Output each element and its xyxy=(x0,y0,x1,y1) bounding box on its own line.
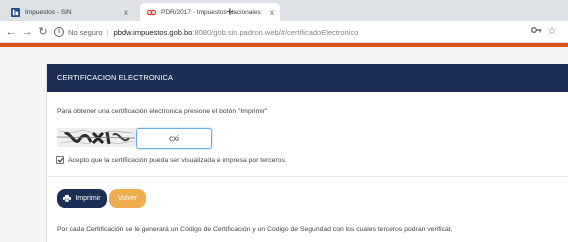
key-icon[interactable] xyxy=(530,25,542,39)
star-icon[interactable]: ☆ xyxy=(546,25,558,39)
accept-label: Acepto que la certificación pueda ser vi… xyxy=(68,156,287,164)
panel-title: CERTIFICACION ELECTRONICA xyxy=(47,64,568,92)
site-favicon-icon xyxy=(11,7,20,17)
tab-title: PDR/2017 - Impuestos Nacionales xyxy=(161,8,261,16)
url-host: pbdw.impuestos.gob.bo xyxy=(113,27,193,37)
back-button[interactable]: Volver xyxy=(109,189,146,208)
captcha-input[interactable] xyxy=(136,128,212,149)
omnibox-separator: | xyxy=(106,27,109,37)
print-button-label: Imprimir xyxy=(75,195,101,202)
forward-icon[interactable]: → xyxy=(20,24,34,40)
address-bar[interactable]: i No seguro | pbdw.impuestos.gob.bo :808… xyxy=(54,24,524,40)
accept-checkbox[interactable] xyxy=(56,156,64,164)
tab-close-icon[interactable]: x xyxy=(118,8,134,17)
section-divider xyxy=(47,176,568,177)
certification-panel: CERTIFICACION ELECTRONICA Para obtener u… xyxy=(46,64,568,242)
browser-tab-strip: Impuestos - SIN x PDR/2017 - Impuestos N… xyxy=(0,0,568,21)
tab-title: Impuestos - SIN xyxy=(25,8,72,16)
url-path: :8080/gob.sin.padron.web/#/certificadoEl… xyxy=(192,27,359,37)
printer-icon xyxy=(63,195,72,202)
reload-icon[interactable]: ↻ xyxy=(36,24,50,40)
accept-terms[interactable]: Acepto que la certificación pueda ser vi… xyxy=(56,156,287,164)
back-button-label: Volver xyxy=(117,195,138,202)
site-favicon-icon xyxy=(147,9,156,15)
instructions-text: Para obtener una certificación electroni… xyxy=(57,108,268,115)
tab-close-icon[interactable]: x xyxy=(264,8,280,17)
new-tab-button[interactable]: + xyxy=(226,2,234,20)
captcha-image xyxy=(57,128,135,147)
back-icon[interactable]: ← xyxy=(4,24,18,40)
footer-note: Por cada Certificación se le generará un… xyxy=(57,226,453,233)
print-button[interactable]: Imprimir xyxy=(57,189,107,208)
security-label: No seguro xyxy=(68,27,103,37)
info-icon[interactable]: i xyxy=(54,27,64,37)
tab-impuestos-sin[interactable]: Impuestos - SIN x xyxy=(4,3,134,21)
browser-toolbar: ← → ↻ i No seguro | pbdw.impuestos.gob.b… xyxy=(0,21,568,43)
tab-pdr-impuestos-nacionales[interactable]: PDR/2017 - Impuestos Nacionales x xyxy=(140,3,280,21)
